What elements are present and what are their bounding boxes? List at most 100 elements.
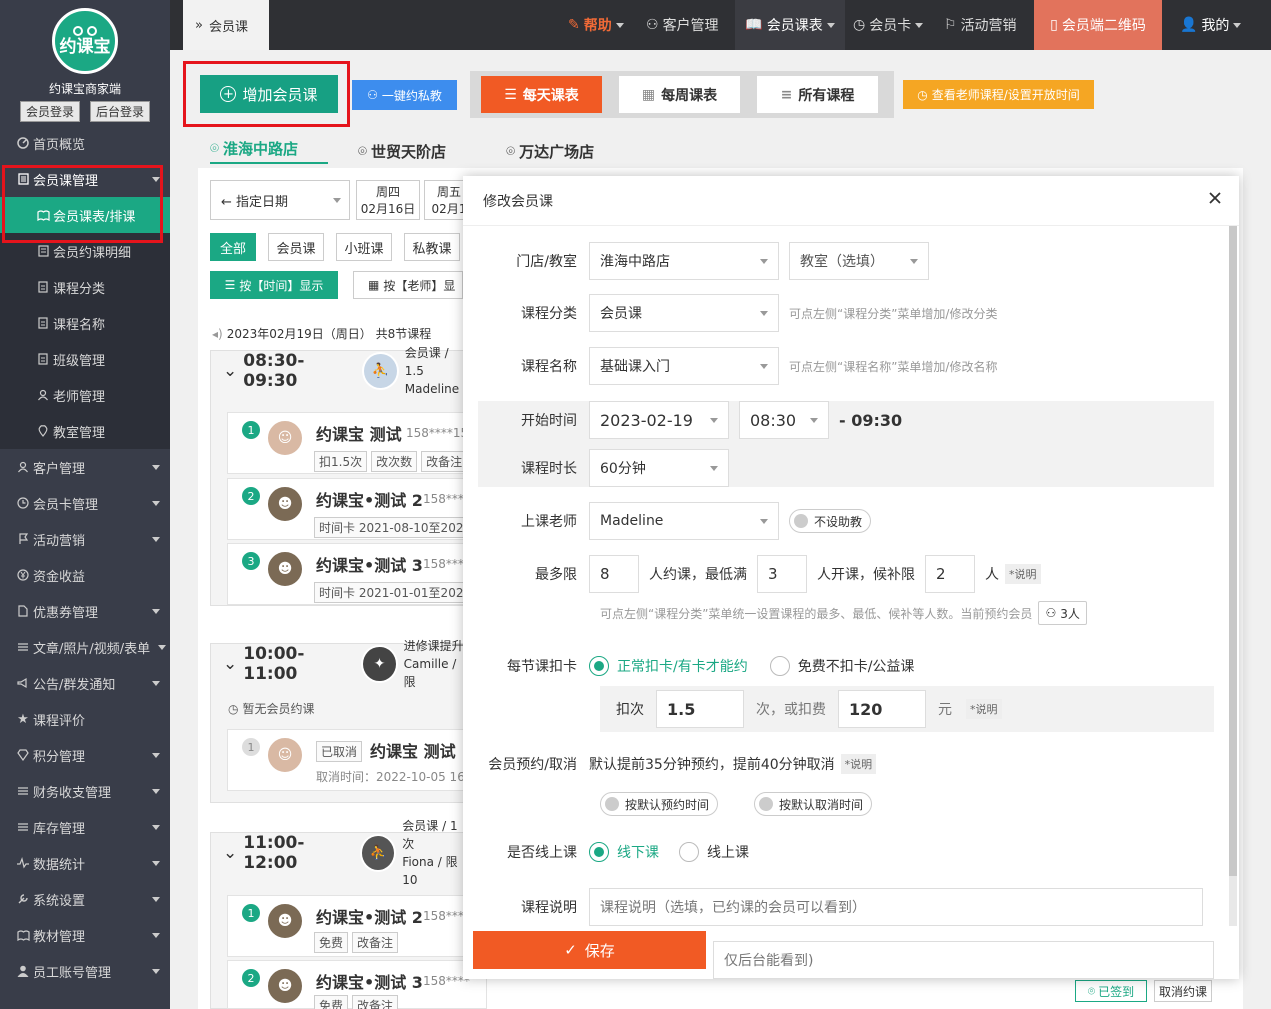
deduct-times-input[interactable]: 1.5 <box>656 690 744 728</box>
filter-member[interactable]: 会员课 <box>268 233 324 261</box>
sidebar-item-classroom[interactable]: 教室管理 <box>0 413 170 449</box>
signed-in-button[interactable]: ⌾ 已签到 <box>1075 980 1147 1002</box>
sidebar-item-marketing[interactable]: 活动营销 <box>0 521 170 557</box>
sidebar-item-reviews[interactable]: ★ 课程评价 <box>0 701 170 737</box>
admin-login-button[interactable]: 后台登录 <box>90 101 151 122</box>
teacher-schedule-button[interactable]: ◷ 查看老师课程/设置开放时间 <box>903 80 1094 109</box>
explain-badge[interactable]: *说明 <box>966 699 1002 719</box>
chevron-down-icon[interactable]: ⌄ <box>223 654 237 674</box>
sidebar-item-schedule[interactable]: 会员课表/排课 <box>0 197 170 233</box>
sidebar-item-articles[interactable]: 文章/照片/视频/表单 <box>0 629 170 665</box>
sidebar-item-class[interactable]: 班级管理 <box>0 341 170 377</box>
explain-badge[interactable]: *说明 <box>1005 564 1041 584</box>
store-select[interactable]: 淮海中路店 <box>589 242 779 280</box>
chevron-down-icon[interactable]: ⌄ <box>223 843 237 863</box>
sidebar-item-staff[interactable]: 员工账号管理 <box>0 953 170 989</box>
sidebar-item-points[interactable]: 积分管理 <box>0 737 170 773</box>
cancel-booking-button[interactable]: 取消约课 <box>1154 980 1212 1002</box>
edit-times-link[interactable]: 改次数 <box>371 451 418 472</box>
sidebar-item-course-management[interactable]: 会员课管理 <box>0 161 170 197</box>
sidebar-item-finance[interactable]: 财务收支管理 <box>0 773 170 809</box>
close-icon[interactable] <box>1205 188 1225 208</box>
start-time-select[interactable]: 08:30 <box>739 401 829 439</box>
date-picker[interactable]: ← 指定日期 <box>210 180 350 220</box>
default-cancel-toggle[interactable]: 按默认取消时间 <box>754 792 873 816</box>
default-booking-toggle[interactable]: 按默认预约时间 <box>600 792 719 816</box>
qrcode-menu[interactable]: ▯ 会员端二维码 <box>1034 0 1162 50</box>
marketing-menu[interactable]: ⚐ 活动营销 <box>944 0 1017 50</box>
course-name-select[interactable]: 基础课入门 <box>589 347 779 385</box>
sidebar-item-dashboard[interactable]: 首页概览 <box>0 125 170 161</box>
customers-menu[interactable]: ⚇ 客户管理 <box>646 0 719 50</box>
sidebar-item-teacher[interactable]: 老师管理 <box>0 377 170 413</box>
layers-icon: ☰ <box>224 278 236 292</box>
brand-name: 约课宝商家端 <box>48 82 121 96</box>
sidebar-item-announcements[interactable]: 公告/群发通知 <box>0 665 170 701</box>
sidebar-item-course-name[interactable]: 课程名称 <box>0 305 170 341</box>
help-menu[interactable]: ✎ 帮助 <box>568 0 624 50</box>
clock-icon: ◷ <box>853 17 866 33</box>
modal-scrollbar[interactable] <box>1229 226 1237 926</box>
profile-menu[interactable]: 👤 我的 <box>1180 0 1242 50</box>
sidebar-item-customers[interactable]: 客户管理 <box>0 449 170 485</box>
sidebar-item-member-card[interactable]: 会员卡管理 <box>0 485 170 521</box>
tab-store-1[interactable]: ⌾ 世贸天阶店 <box>358 138 476 164</box>
filter-private[interactable]: 私教课 <box>404 233 460 261</box>
sidebar-item-coupons[interactable]: 优惠券管理 <box>0 593 170 629</box>
chevron-down-icon <box>152 753 160 758</box>
chevron-down-icon[interactable]: ⌄ <box>223 361 237 381</box>
filter-small-class[interactable]: 小班课 <box>336 233 392 261</box>
edit-note-link[interactable]: 改备注 <box>352 995 399 1009</box>
all-courses-button[interactable]: ≡ 所有课程 <box>757 76 878 113</box>
save-button[interactable]: ✓ 保存 <box>473 931 706 969</box>
chevron-down-icon <box>152 861 160 866</box>
current-members-button[interactable]: ⚇ 3人 <box>1038 601 1087 625</box>
member-card-menu[interactable]: ◷ 会员卡 <box>853 0 924 50</box>
sidebar-item-settings[interactable]: 系统设置 <box>0 881 170 917</box>
file-icon <box>36 352 50 366</box>
by-teacher-button[interactable]: ▦ 按【老师】显 <box>353 271 463 299</box>
private-booking-button[interactable]: ⚇ 一键约私教 <box>352 80 457 110</box>
chevron-down-icon <box>152 177 160 182</box>
classroom-select[interactable]: 教室（选填） <box>789 242 929 280</box>
sidebar-item-funds[interactable]: 资金收益 <box>0 557 170 593</box>
toggle-knob <box>794 514 808 528</box>
admin-note-input[interactable]: 仅后台能看到) <box>713 941 1214 979</box>
radio-normal-deduct[interactable]: 正常扣卡/有卡才能约 <box>589 656 748 676</box>
filter-all[interactable]: 全部 <box>210 233 256 261</box>
tab-store-2[interactable]: ⌾ 万达广场店 <box>506 138 624 164</box>
sidebar-item-statistics[interactable]: 数据统计 <box>0 845 170 881</box>
start-date-select[interactable]: 2023-02-19 <box>589 401 729 439</box>
sidebar-item-course-category[interactable]: 课程分类 <box>0 269 170 305</box>
description-input[interactable]: 课程说明（选填，已约课的会员可以看到） <box>589 888 1203 926</box>
explain-badge[interactable]: *说明 <box>840 754 877 774</box>
clock-icon <box>16 496 30 510</box>
daily-schedule-button[interactable]: ☰ 每天课表 <box>481 76 602 113</box>
by-time-button[interactable]: ☰ 按【时间】显示 <box>210 271 338 299</box>
sidebar-item-materials[interactable]: 教材管理 <box>0 917 170 953</box>
radio-free[interactable]: 免费不扣卡/公益课 <box>769 656 914 676</box>
star-icon: ★ <box>17 711 29 727</box>
sidebar-item-inventory[interactable]: 库存管理 <box>0 809 170 845</box>
duration-select[interactable]: 60分钟 <box>589 449 729 487</box>
edit-note-link[interactable]: 改备注 <box>421 451 468 472</box>
member-login-button[interactable]: 会员登录 <box>19 101 80 122</box>
tab-store-0[interactable]: ⌾ 淮海中路店 <box>210 138 329 164</box>
sidebar-item-booking-detail[interactable]: 会员约课明细 <box>0 233 170 269</box>
schedule-menu[interactable]: 📖 会员课表 <box>735 0 845 50</box>
assistant-toggle[interactable]: 不设助教 <box>789 509 872 533</box>
user-icon <box>16 460 30 474</box>
max-people-input[interactable]: 8 <box>589 555 639 593</box>
category-select[interactable]: 会员课 <box>589 294 779 332</box>
edit-note-link[interactable]: 改备注 <box>352 932 399 953</box>
deduct-fee-input[interactable]: 120 <box>838 690 926 728</box>
radio-offline[interactable]: 线下课 <box>589 842 659 862</box>
teacher-select[interactable]: Madeline <box>589 502 779 540</box>
weekly-schedule-button[interactable]: ▦ 每周课表 <box>619 76 740 113</box>
day-cell[interactable]: 周四 02月16日 <box>356 180 420 220</box>
waitlist-input[interactable]: 2 <box>925 555 975 593</box>
min-people-input[interactable]: 3 <box>757 555 807 593</box>
add-course-button[interactable]: + 增加会员课 <box>200 75 338 113</box>
radio-online[interactable]: 线上课 <box>679 842 749 862</box>
megaphone-icon <box>16 676 30 690</box>
